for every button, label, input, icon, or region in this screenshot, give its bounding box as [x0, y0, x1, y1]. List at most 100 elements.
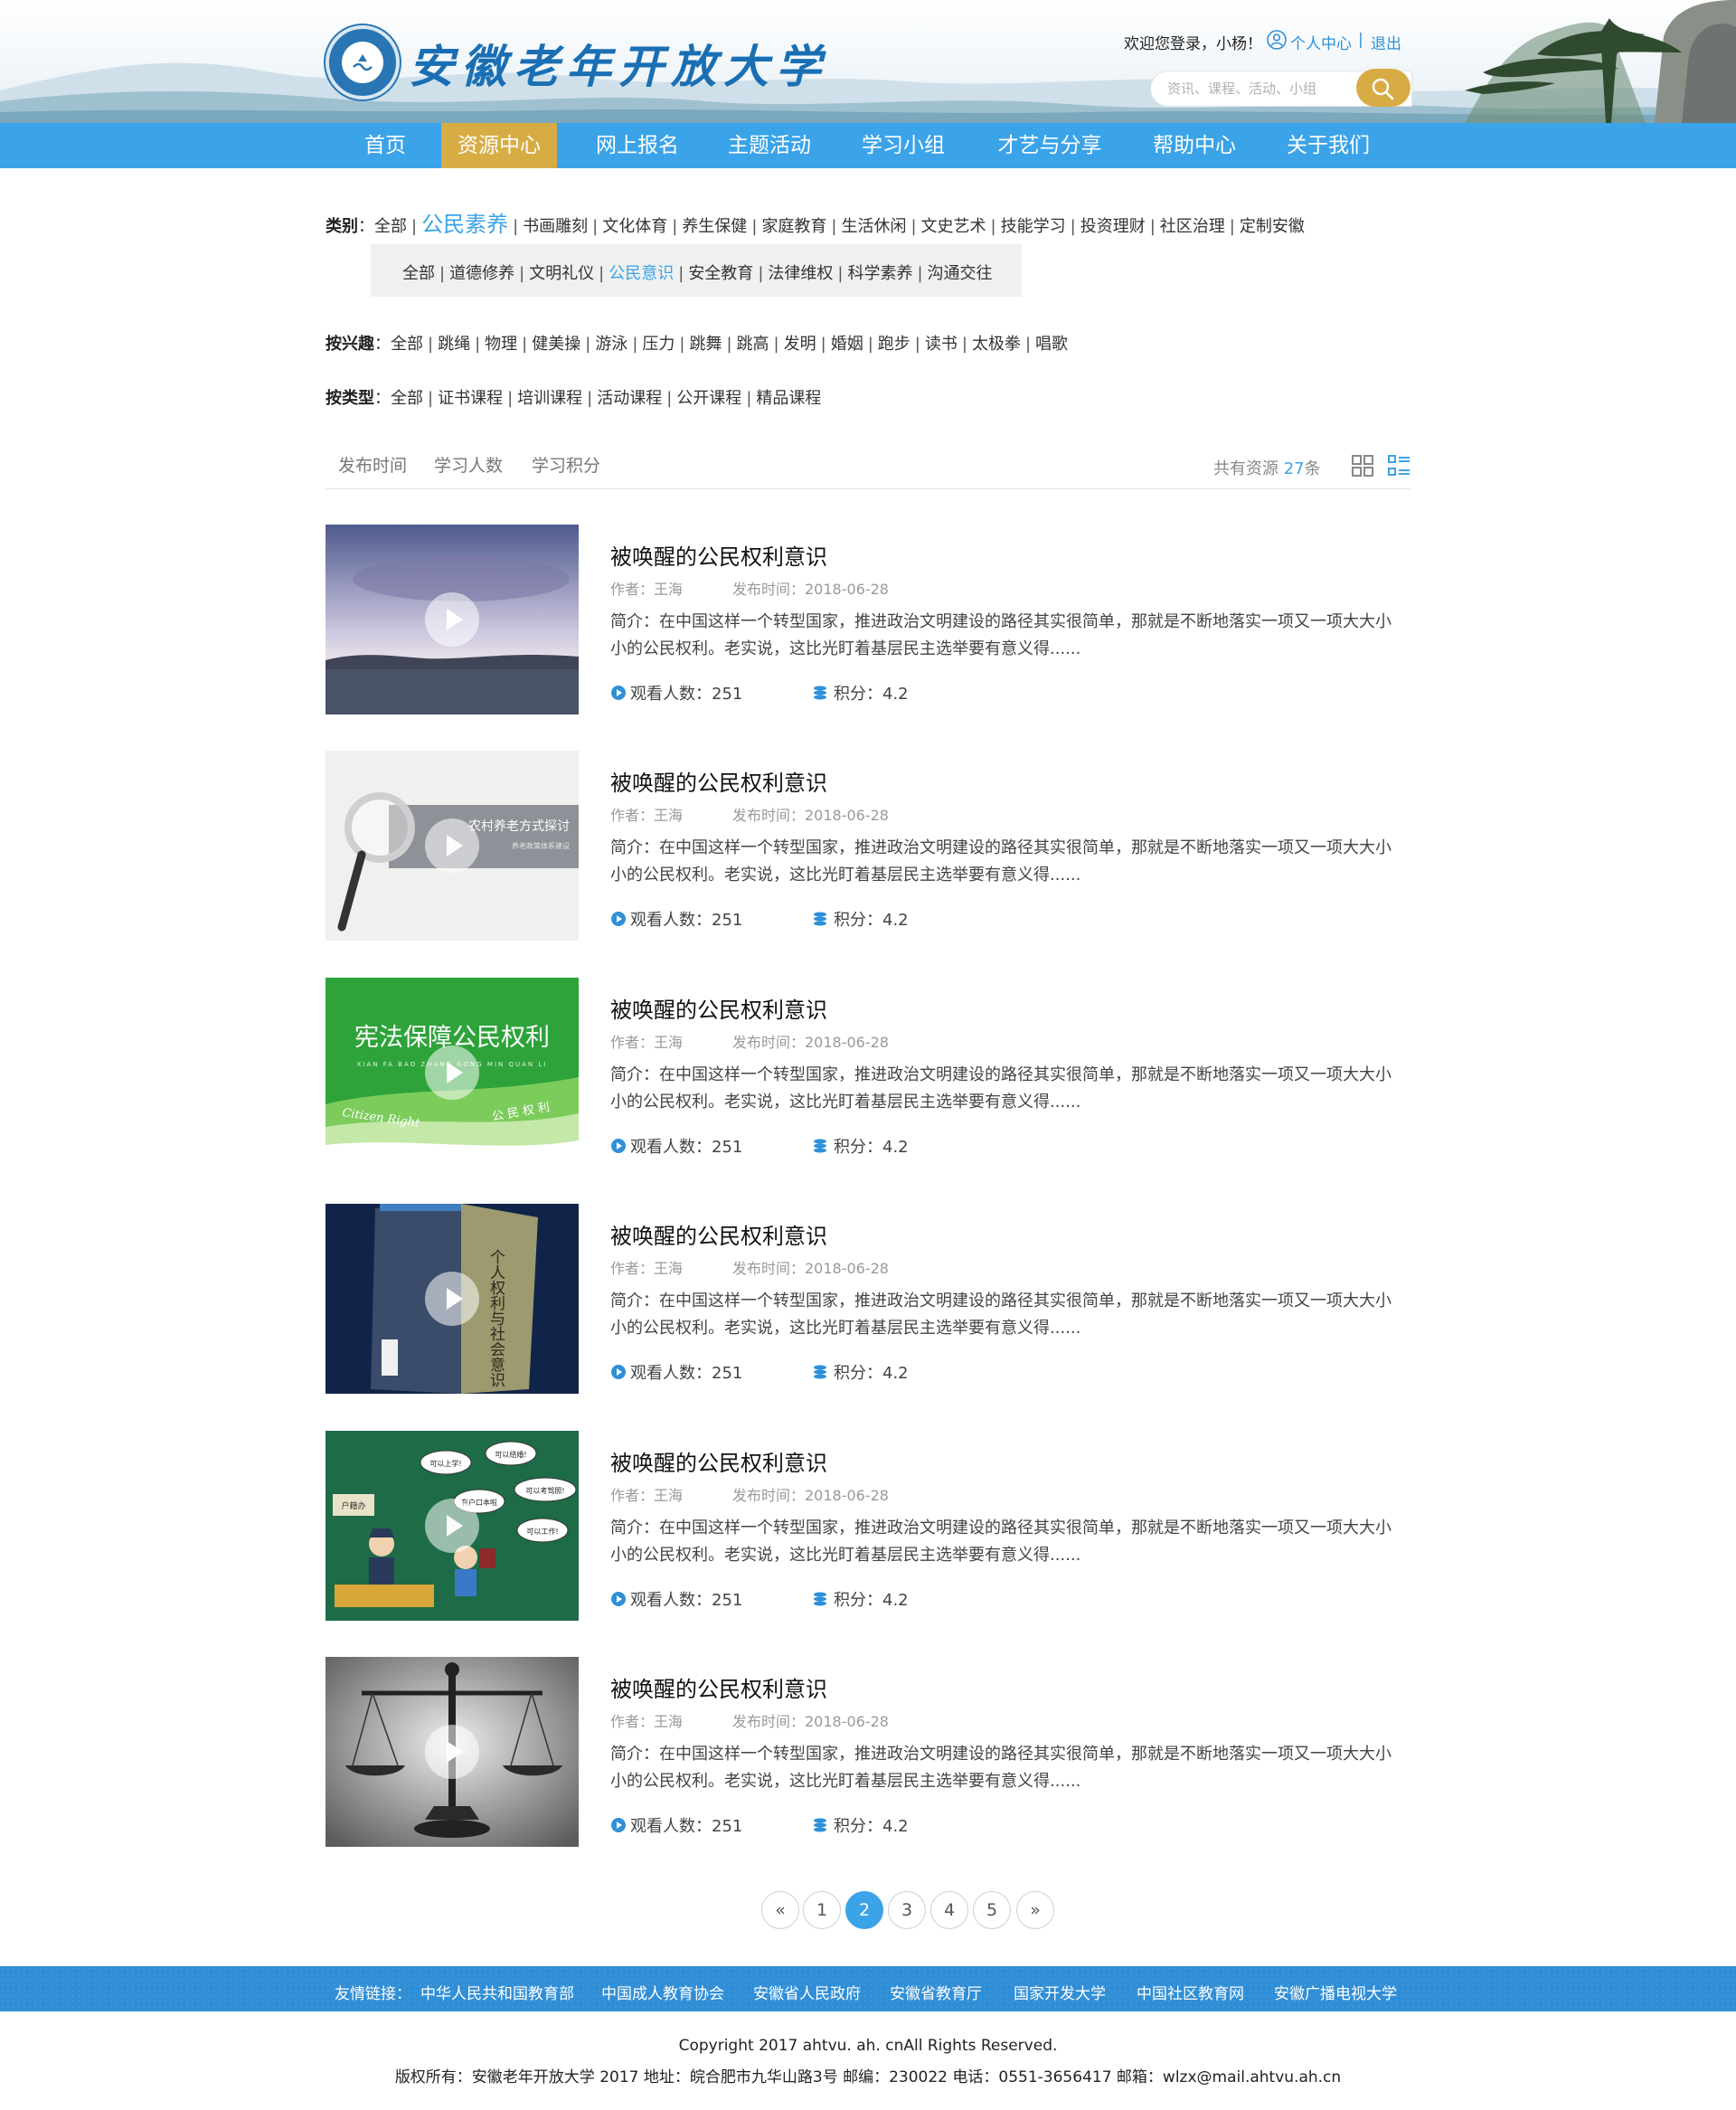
friend-link[interactable]: 中华人民共和国教育部 — [420, 1981, 574, 2003]
filter-option[interactable]: 跳绳 — [438, 335, 470, 354]
video-thumbnail[interactable]: 宪法保障公民权利XIAN FA BAO ZHANG GONG MIN QUAN … — [326, 978, 579, 1168]
play-icon[interactable] — [425, 592, 479, 647]
university-logo[interactable] — [326, 25, 400, 99]
filter-option[interactable]: 唱歌 — [1035, 335, 1068, 354]
list-item[interactable]: 被唤醒的公民权利意识 作者：王海 发布时间：2018-06-28 简介：在中国这样一个… — [326, 525, 1410, 714]
filter-option[interactable]: 活动课程 — [597, 389, 662, 408]
friend-link[interactable]: 安徽广播电视大学 — [1274, 1981, 1397, 2003]
play-icon[interactable] — [425, 818, 479, 873]
play-icon[interactable] — [425, 1272, 479, 1326]
filter-option[interactable]: 婚姻 — [831, 335, 863, 354]
user-center-link[interactable]: 个人中心 — [1290, 31, 1352, 53]
video-thumbnail[interactable]: 户籍办 可以上学! 可以结婚! 有户口本啦 可以考驾照! 可以工作! — [326, 1431, 579, 1621]
filter-option[interactable]: 道德修养 — [449, 264, 514, 283]
filter-option[interactable]: 生活休闲 — [841, 217, 906, 236]
filter-option[interactable]: 科学素养 — [847, 264, 912, 283]
filter-separator: | — [587, 389, 593, 408]
filter-option[interactable]: 书画雕刻 — [523, 217, 588, 236]
tab-publish-time[interactable]: 发布时间 — [326, 443, 420, 488]
page-button-2[interactable]: 2 — [845, 1891, 883, 1929]
play-icon[interactable] — [425, 1499, 479, 1553]
filter-option[interactable]: 压力 — [642, 335, 675, 354]
filter-separator: | — [428, 335, 434, 354]
filter-option[interactable]: 沟通交往 — [928, 264, 993, 283]
nav-item-7[interactable]: 关于我们 — [1251, 123, 1405, 168]
filter-option[interactable]: 全部 — [374, 217, 407, 236]
tab-learners[interactable]: 学习人数 — [421, 443, 515, 488]
item-title[interactable]: 被唤醒的公民权利意识 — [610, 992, 827, 1024]
item-title[interactable]: 被唤醒的公民权利意识 — [610, 765, 827, 797]
nav-item-2[interactable]: 网上报名 — [561, 123, 714, 168]
logout-link[interactable]: 退出 — [1371, 31, 1401, 53]
friend-link[interactable]: 安徽省教育厅 — [890, 1981, 982, 2003]
list-item[interactable]: 宪法保障公民权利XIAN FA BAO ZHANG GONG MIN QUAN … — [326, 978, 1410, 1168]
filter-option[interactable]: 安全教育 — [688, 264, 753, 283]
video-thumbnail[interactable]: 农村养老方式探讨 养老政策体系建设 — [326, 751, 579, 941]
list-item[interactable]: 被唤醒的公民权利意识 作者：王海 发布时间：2018-06-28 简介：在中国这样一个… — [326, 1657, 1410, 1847]
play-icon[interactable] — [425, 1725, 479, 1779]
page-button-4[interactable]: 4 — [930, 1891, 968, 1929]
friend-link[interactable]: 国家开发大学 — [1014, 1981, 1106, 2003]
tab-points[interactable]: 学习积分 — [519, 443, 613, 488]
filter-option[interactable]: 社区治理 — [1160, 217, 1225, 236]
item-title[interactable]: 被唤醒的公民权利意识 — [610, 1671, 827, 1703]
subcategory-filter: 全部 | 道德修养 | 文明礼仪 | 公民意识 | 安全教育 | 法律维权 | 科学素养 | 沟通交往 — [402, 260, 993, 284]
nav-item-3[interactable]: 主题活动 — [693, 123, 846, 168]
filter-option[interactable]: 公民素养 — [421, 212, 508, 237]
filter-option[interactable]: 技能学习 — [1001, 217, 1066, 236]
filter-option[interactable]: 健美操 — [532, 335, 580, 354]
filter-option[interactable]: 定制安徽 — [1240, 217, 1305, 236]
filter-option[interactable]: 培训课程 — [517, 389, 582, 408]
filter-option[interactable]: 太极拳 — [972, 335, 1021, 354]
filter-option[interactable]: 家庭教育 — [761, 217, 826, 236]
item-title[interactable]: 被唤醒的公民权利意识 — [610, 1445, 827, 1477]
nav-item-5[interactable]: 才艺与分享 — [964, 123, 1136, 168]
filter-option[interactable]: 游泳 — [595, 335, 627, 354]
filter-option[interactable]: 精品课程 — [756, 389, 821, 408]
filter-option[interactable]: 公民意识 — [609, 264, 674, 283]
video-thumbnail[interactable]: 个人权利与社会意识 — [326, 1204, 579, 1394]
filter-option[interactable]: 全部 — [391, 389, 423, 408]
list-item[interactable]: 农村养老方式探讨 养老政策体系建设 被唤醒的公民权利意识 作者：王海 发布时间：2018… — [326, 751, 1410, 941]
friend-link[interactable]: 安徽省人民政府 — [753, 1981, 861, 2003]
filter-option[interactable]: 文明礼仪 — [529, 264, 594, 283]
page-button-1[interactable]: 1 — [803, 1891, 841, 1929]
prev-page-button[interactable]: « — [761, 1891, 799, 1929]
nav-item-4[interactable]: 学习小组 — [826, 123, 980, 168]
page-button-5[interactable]: 5 — [973, 1891, 1011, 1929]
grid-view-icon[interactable] — [1351, 454, 1374, 478]
filter-option[interactable]: 文史艺术 — [921, 217, 986, 236]
nav-item-1[interactable]: 资源中心 — [441, 123, 557, 168]
nav-item-0[interactable]: 首页 — [340, 123, 430, 168]
filter-option[interactable]: 跑步 — [878, 335, 910, 354]
list-item[interactable]: 户籍办 可以上学! 可以结婚! 有户口本啦 可以考驾照! 可以工作! 被唤醒的公民权利意识作… — [326, 1431, 1410, 1621]
nav-item-6[interactable]: 帮助中心 — [1118, 123, 1271, 168]
play-icon[interactable] — [425, 1046, 479, 1100]
search-button[interactable] — [1356, 69, 1410, 107]
item-date: 发布时间：2018-06-28 — [732, 1713, 889, 1730]
list-item[interactable]: 个人权利与社会意识 被唤醒的公民权利意识 作者：王海 发布时间：2018-06-28 简… — [326, 1204, 1410, 1394]
filter-option[interactable]: 物理 — [485, 335, 517, 354]
item-title[interactable]: 被唤醒的公民权利意识 — [610, 1218, 827, 1250]
video-thumbnail[interactable] — [326, 1657, 579, 1847]
filter-option[interactable]: 投资理财 — [1080, 217, 1146, 236]
friend-link[interactable]: 中国社区教育网 — [1137, 1981, 1244, 2003]
filter-option[interactable]: 跳高 — [737, 335, 769, 354]
page-button-3[interactable]: 3 — [888, 1891, 926, 1929]
filter-option[interactable]: 全部 — [391, 335, 423, 354]
filter-option[interactable]: 文化体育 — [602, 217, 667, 236]
filter-option[interactable]: 读书 — [925, 335, 958, 354]
filter-option[interactable]: 法律维权 — [768, 264, 833, 283]
filter-option[interactable]: 养生保健 — [682, 217, 747, 236]
next-page-button[interactable]: » — [1016, 1891, 1054, 1929]
friend-link[interactable]: 中国成人教育协会 — [601, 1981, 724, 2003]
item-title[interactable]: 被唤醒的公民权利意识 — [610, 539, 827, 571]
user-icon[interactable] — [1266, 29, 1288, 51]
filter-option[interactable]: 跳舞 — [689, 335, 722, 354]
filter-option[interactable]: 发明 — [784, 335, 816, 354]
filter-option[interactable]: 全部 — [402, 264, 435, 283]
list-view-icon[interactable] — [1387, 454, 1410, 478]
video-thumbnail[interactable] — [326, 525, 579, 714]
filter-option[interactable]: 证书课程 — [438, 389, 503, 408]
filter-option[interactable]: 公开课程 — [676, 389, 741, 408]
